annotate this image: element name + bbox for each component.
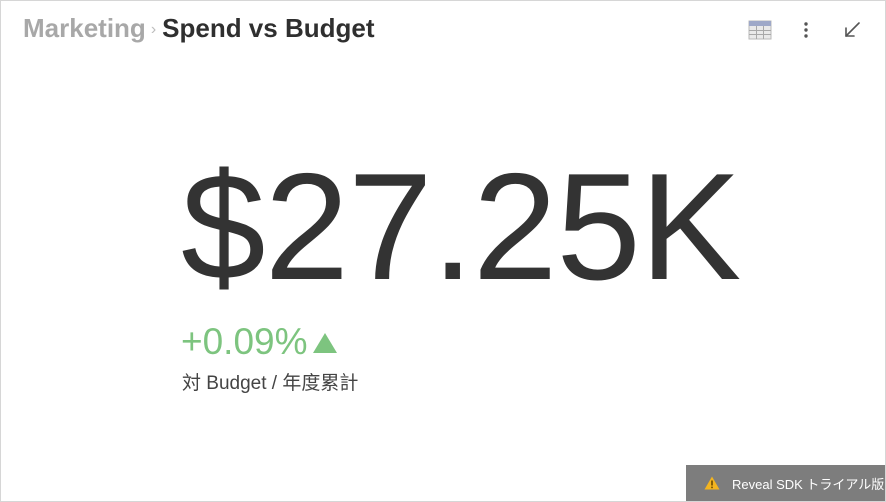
kpi-delta-value: +0.09% <box>181 321 308 362</box>
breadcrumb: Marketing › Spend vs Budget <box>23 13 375 44</box>
more-options-button[interactable] <box>791 15 821 45</box>
table-view-icon <box>748 20 772 40</box>
breadcrumb-separator: › <box>150 20 157 38</box>
widget-toolbar <box>729 15 867 45</box>
collapse-icon <box>845 22 860 37</box>
table-view-button[interactable] <box>745 15 775 45</box>
kpi-caption: 対 Budget / 年度累計 <box>182 373 359 394</box>
kpi-delta: +0.09% <box>181 323 338 360</box>
collapse-button[interactable] <box>837 15 867 45</box>
trend-up-icon <box>312 332 337 353</box>
kpi-value: $27.25K <box>181 142 741 312</box>
more-vertical-icon <box>804 22 808 38</box>
widget-header: Marketing › Spend vs Budget <box>1 1 885 59</box>
warning-icon <box>704 476 720 490</box>
trial-badge-text: Reveal SDK トライアル版 <box>732 476 885 492</box>
breadcrumb-parent-link[interactable]: Marketing <box>23 13 146 44</box>
trial-badge: Reveal SDK トライアル版 <box>686 465 885 501</box>
trial-badge-icon-wrap <box>704 476 720 490</box>
widget-title: Spend vs Budget <box>162 13 375 43</box>
dashboard-widget: Marketing › Spend vs Budget $27.25K +0.0… <box>0 0 886 502</box>
